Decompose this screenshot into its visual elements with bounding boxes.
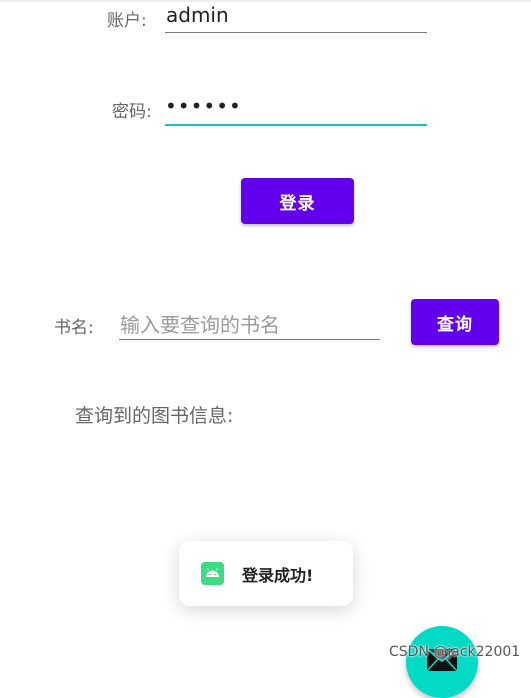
password-underline (165, 124, 427, 126)
android-icon (201, 562, 224, 585)
results-label: 查询到的图书信息: (75, 405, 234, 427)
toast: 登录成功! (179, 541, 353, 606)
account-label: 账户: (107, 11, 147, 31)
query-button[interactable]: 查询 (411, 299, 499, 345)
status-divider (0, 0, 531, 2)
book-name-label: 书名: (54, 318, 94, 338)
toast-message: 登录成功! (242, 565, 314, 585)
book-name-input[interactable]: 输入要查询的书名 (120, 309, 280, 338)
password-input[interactable]: •••••• (165, 94, 242, 118)
fab-button[interactable] (406, 626, 478, 698)
login-button[interactable]: 登录 (241, 178, 354, 224)
password-label: 密码: (112, 102, 152, 122)
watermark: CSDN @jack22001 (389, 644, 521, 660)
book-name-underline (119, 339, 380, 340)
account-input[interactable]: admin (166, 3, 229, 27)
account-underline (165, 32, 427, 33)
